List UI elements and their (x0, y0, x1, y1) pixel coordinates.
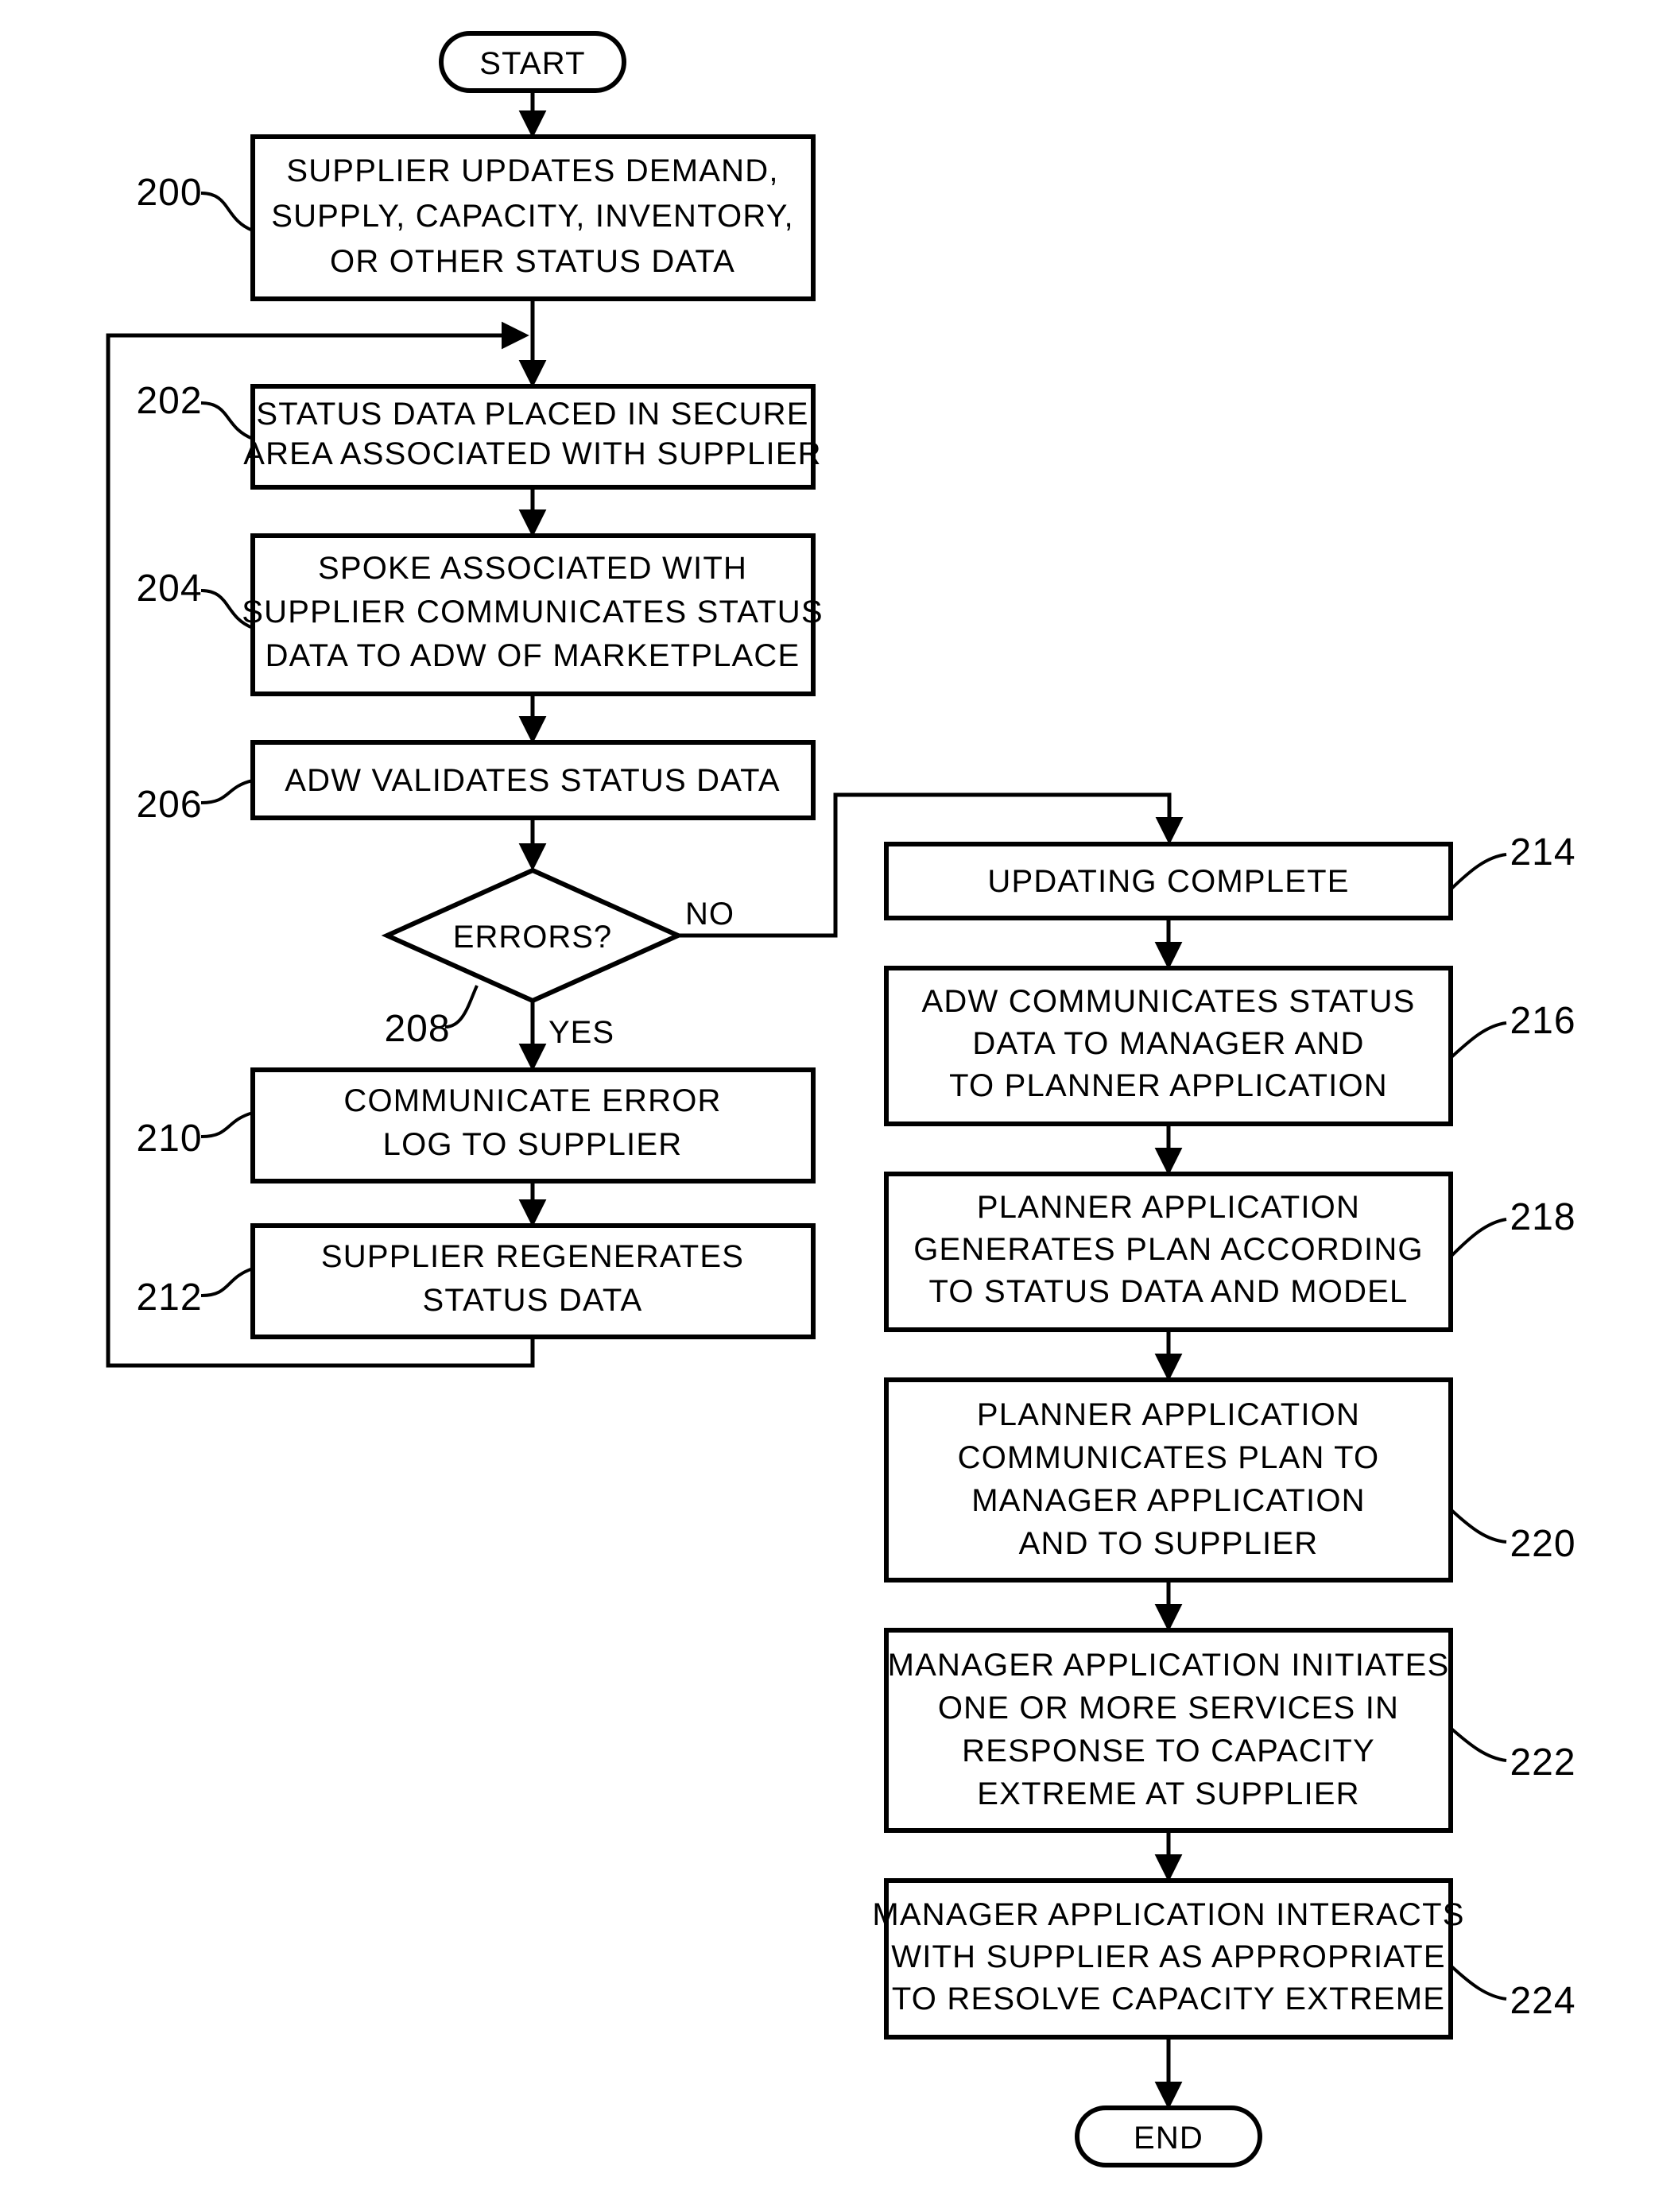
ref-num-212: 212 (136, 1276, 202, 1319)
leader-214 (1450, 853, 1507, 890)
node-214: UPDATING COMPLETE (884, 842, 1453, 920)
end-label: END (1134, 2121, 1203, 2156)
ref-num-224: 224 (1510, 1980, 1576, 2022)
branch-label-yes: YES (548, 1015, 614, 1050)
node-216-line-1: DATA TO MANAGER AND (972, 1026, 1364, 1061)
node-218-line-2: TO STATUS DATA AND MODEL (929, 1274, 1409, 1309)
node-206-line-0: ADW VALIDATES STATUS DATA (285, 763, 780, 798)
node-218: PLANNER APPLICATION GENERATES PLAN ACCOR… (884, 1172, 1453, 1332)
node-200-line-0: SUPPLIER UPDATES DEMAND, (286, 153, 778, 188)
node-212-line-1: STATUS DATA (423, 1283, 643, 1318)
node-214-line-0: UPDATING COMPLETE (987, 864, 1349, 899)
ref-num-222: 222 (1510, 1741, 1576, 1784)
node-200-line-1: SUPPLY, CAPACITY, INVENTORY, (271, 199, 794, 234)
node-218-line-0: PLANNER APPLICATION (977, 1190, 1360, 1225)
leader-206 (200, 779, 254, 804)
leader-216 (1450, 1021, 1507, 1059)
node-206: ADW VALIDATES STATUS DATA (250, 740, 816, 820)
ref-num-202: 202 (136, 380, 202, 422)
leader-222 (1450, 1727, 1507, 1762)
ref-num-200: 200 (136, 172, 202, 214)
leader-218 (1450, 1218, 1507, 1257)
leader-224 (1450, 1965, 1507, 2001)
node-212: SUPPLIER REGENERATES STATUS DATA (250, 1223, 816, 1339)
decision-208: ERRORS? (381, 867, 684, 1004)
node-204-line-0: SPOKE ASSOCIATED WITH (318, 551, 747, 586)
node-210-line-0: COMMUNICATE ERROR (343, 1083, 721, 1118)
node-224-line-0: MANAGER APPLICATION INTERACTS (872, 1897, 1464, 1932)
leader-200 (200, 192, 254, 232)
ref-num-216: 216 (1510, 1000, 1576, 1042)
ref-num-204: 204 (136, 568, 202, 610)
node-200-line-2: OR OTHER STATUS DATA (330, 244, 735, 279)
node-216-line-2: TO PLANNER APPLICATION (949, 1068, 1388, 1103)
node-212-line-0: SUPPLIER REGENERATES (321, 1239, 744, 1274)
node-216: ADW COMMUNICATES STATUS DATA TO MANAGER … (884, 966, 1453, 1126)
ref-num-208: 208 (384, 1008, 450, 1050)
node-204: SPOKE ASSOCIATED WITH SUPPLIER COMMUNICA… (242, 533, 823, 696)
flowchart-canvas: START SUPPLIER UPDATES DEMAND, SUPPLY, C… (106, 31, 1576, 2167)
ref-num-210: 210 (136, 1118, 202, 1160)
leader-210 (200, 1111, 254, 1138)
node-210-line-1: LOG TO SUPPLIER (383, 1127, 683, 1162)
node-200: SUPPLIER UPDATES DEMAND, SUPPLY, CAPACIT… (250, 134, 816, 301)
node-220-line-2: MANAGER APPLICATION (971, 1483, 1366, 1518)
node-216-line-0: ADW COMMUNICATES STATUS (922, 984, 1416, 1019)
ref-num-220: 220 (1510, 1523, 1576, 1565)
node-204-line-2: DATA TO ADW OF MARKETPLACE (265, 638, 800, 673)
edge-212-feedback-to-202 (106, 321, 535, 1368)
node-222-line-2: RESPONSE TO CAPACITY (962, 1734, 1375, 1768)
leader-220 (1450, 1509, 1507, 1544)
node-222-line-1: ONE OR MORE SERVICES IN (938, 1691, 1399, 1726)
node-202-line-1: AREA ASSOCIATED WITH SUPPLIER (243, 436, 822, 471)
end-terminator: END (1075, 2105, 1262, 2167)
node-218-line-1: GENERATES PLAN ACCORDING (913, 1232, 1424, 1267)
node-222-line-0: MANAGER APPLICATION INITIATES (888, 1648, 1450, 1683)
node-210: COMMUNICATE ERROR LOG TO SUPPLIER (250, 1067, 816, 1183)
node-220: PLANNER APPLICATION COMMUNICATES PLAN TO… (884, 1377, 1453, 1582)
decision-208-label: ERRORS? (453, 920, 612, 955)
ref-num-218: 218 (1510, 1196, 1576, 1238)
flowchart-page: START SUPPLIER UPDATES DEMAND, SUPPLY, C… (0, 0, 1655, 2212)
node-224: MANAGER APPLICATION INTERACTS WITH SUPPL… (872, 1878, 1464, 2040)
node-224-line-1: WITH SUPPLIER AS APPROPRIATE (891, 1939, 1445, 1974)
node-222-line-3: EXTREME AT SUPPLIER (977, 1776, 1359, 1811)
start-terminator: START (439, 31, 626, 93)
start-label: START (479, 46, 585, 81)
ref-num-214: 214 (1510, 831, 1576, 874)
leader-212 (200, 1267, 254, 1297)
node-204-line-1: SUPPLIER COMMUNICATES STATUS (242, 595, 823, 630)
node-220-line-1: COMMUNICATES PLAN TO (958, 1440, 1380, 1475)
branch-label-no: NO (685, 897, 734, 932)
node-202: STATUS DATA PLACED IN SECURE AREA ASSOCI… (243, 384, 822, 490)
node-220-line-0: PLANNER APPLICATION (977, 1397, 1360, 1432)
leader-202 (200, 401, 254, 440)
node-202-line-0: STATUS DATA PLACED IN SECURE (256, 397, 808, 432)
node-224-line-2: TO RESOLVE CAPACITY EXTREME (892, 1982, 1445, 2016)
ref-num-206: 206 (136, 784, 202, 826)
node-222: MANAGER APPLICATION INITIATES ONE OR MOR… (884, 1628, 1453, 1833)
node-220-line-3: AND TO SUPPLIER (1019, 1526, 1319, 1561)
